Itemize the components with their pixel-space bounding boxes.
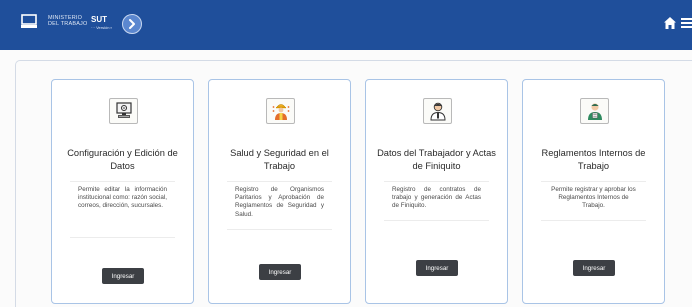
ingresar-button[interactable]: Ingresar xyxy=(416,260,458,276)
worker-profile-icon xyxy=(423,98,452,124)
building-monitor-icon[interactable] xyxy=(21,14,37,29)
card-divider xyxy=(70,181,175,182)
sut-logo-text: SUT xyxy=(91,15,107,24)
ingresar-button[interactable]: Ingresar xyxy=(102,268,144,284)
card-divider xyxy=(384,181,489,182)
card-description: Permite editar la información institucio… xyxy=(78,186,167,210)
hamburger-menu-icon[interactable] xyxy=(681,18,692,28)
card-divider xyxy=(384,220,489,221)
card-divider xyxy=(227,229,332,230)
ingresar-button[interactable]: Ingresar xyxy=(259,264,301,280)
card-divider xyxy=(541,220,646,221)
ministry-line2: DEL TRABAJO xyxy=(48,21,88,27)
card-title: Salud y Seguridad en el Trabajo xyxy=(230,148,329,171)
top-navbar: MINISTERIO DEL TRABAJO SUT ··· Versión ▪ xyxy=(0,0,692,50)
card-datos-trabajador: Datos del Trabajador y Actas de Finiquit… xyxy=(365,79,508,304)
computer-settings-icon xyxy=(109,98,138,124)
card-description: Registro de contratos de trabajo y gener… xyxy=(392,186,481,210)
card-divider xyxy=(70,237,175,238)
chevron-right-icon xyxy=(129,19,135,29)
sut-subtitle: ··· Versión ▪ xyxy=(91,25,112,30)
worker-regulations-icon xyxy=(580,98,609,124)
card-title: Configuración y Edición de Datos xyxy=(67,148,178,171)
card-description: Registro de Organismos Paritarios y Apro… xyxy=(235,186,324,218)
ministry-name: MINISTERIO DEL TRABAJO xyxy=(48,15,88,27)
sidebar-toggle-button[interactable] xyxy=(122,14,142,34)
ingresar-button[interactable]: Ingresar xyxy=(573,260,615,276)
card-divider xyxy=(227,181,332,182)
card-salud-seguridad: Salud y Seguridad en el Trabajo Registro… xyxy=(208,79,351,304)
card-configuracion: Configuración y Edición de Datos Permite… xyxy=(51,79,194,304)
safety-worker-icon xyxy=(266,98,295,124)
card-description: Permite registrar y aprobar los Reglamen… xyxy=(551,186,636,210)
card-title: Reglamentos Internos de Trabajo xyxy=(541,148,646,171)
card-title: Datos del Trabajador y Actas de Finiquit… xyxy=(377,148,496,171)
card-reglamentos-internos: Reglamentos Internos de Trabajo Permite … xyxy=(522,79,665,304)
card-divider xyxy=(541,181,646,182)
home-icon[interactable] xyxy=(663,16,677,30)
